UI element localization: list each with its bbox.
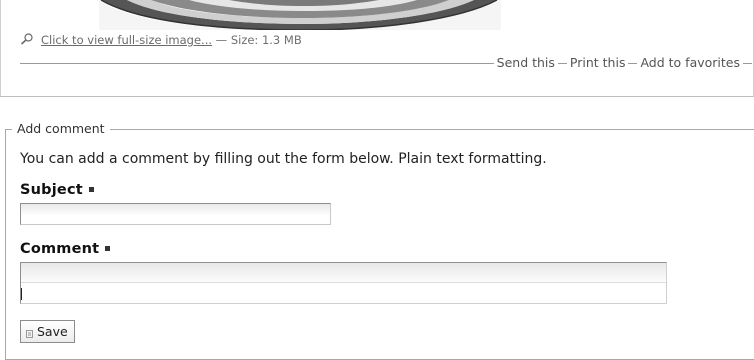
magnifier-icon bbox=[20, 33, 34, 45]
save-button-label: Save bbox=[37, 324, 68, 339]
full-size-image-link[interactable]: Click to view full-size image... bbox=[41, 33, 212, 47]
action-links: Send this Print this Add to favorites bbox=[493, 55, 752, 71]
print-this-link[interactable]: Print this bbox=[566, 55, 629, 71]
image-size-text: Size: 1.3 MB bbox=[230, 33, 302, 47]
save-button[interactable]: Save bbox=[20, 320, 75, 343]
fieldset-legend: Add comment bbox=[12, 121, 110, 137]
send-this-link[interactable]: Send this bbox=[493, 55, 558, 71]
action-dash bbox=[557, 62, 567, 64]
comment-label: Comment bbox=[20, 241, 111, 257]
subject-label: Subject bbox=[20, 182, 94, 198]
textarea-divider bbox=[21, 282, 666, 283]
add-to-favorites-link[interactable]: Add to favorites bbox=[637, 55, 743, 71]
required-marker-icon bbox=[105, 246, 111, 251]
image-panel: Click to view full-size image... — Size:… bbox=[0, 0, 754, 97]
save-icon bbox=[26, 327, 34, 338]
form-intro-text: You can add a comment by filling out the… bbox=[20, 151, 547, 167]
comment-textarea[interactable] bbox=[20, 262, 667, 304]
image-link-row: Click to view full-size image... — Size:… bbox=[20, 33, 302, 47]
subject-input[interactable] bbox=[20, 203, 331, 225]
action-dash bbox=[743, 62, 752, 64]
actions-row: Send this Print this Add to favorites bbox=[20, 55, 752, 71]
photo-preview[interactable] bbox=[19, 0, 501, 30]
required-marker-icon bbox=[88, 187, 94, 192]
subject-label-text: Subject bbox=[20, 182, 83, 198]
photo-image bbox=[19, 0, 501, 30]
add-comment-fieldset: Add comment You can add a comment by fil… bbox=[5, 121, 754, 360]
comment-label-text: Comment bbox=[20, 241, 100, 257]
action-dash bbox=[628, 62, 638, 64]
separator-dash: — bbox=[215, 33, 228, 47]
text-caret bbox=[21, 288, 22, 300]
